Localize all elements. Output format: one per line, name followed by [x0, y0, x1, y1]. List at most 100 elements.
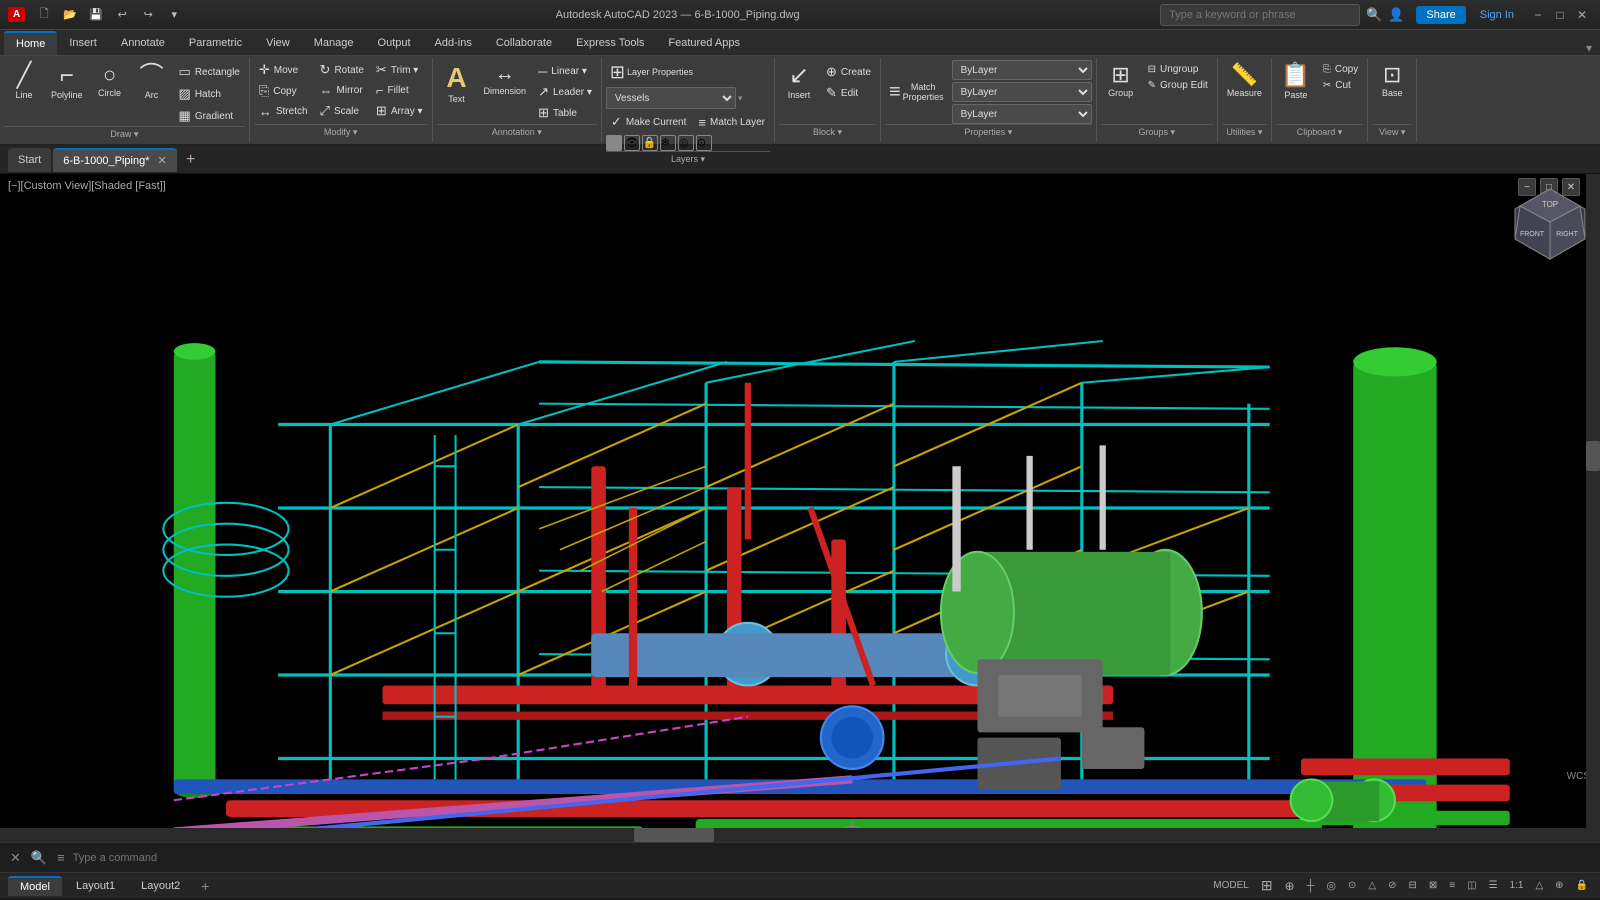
arc-button[interactable]: ⌒ Arc — [132, 60, 172, 104]
status-scale[interactable]: 1:1 — [1506, 878, 1528, 893]
line-button[interactable]: ╱ Line — [4, 60, 44, 104]
status-qprops[interactable]: ☰ — [1485, 878, 1502, 893]
status-snap[interactable]: ⊕ — [1281, 877, 1299, 895]
tab-annotate[interactable]: Annotate — [109, 31, 177, 55]
copy-button[interactable]: ⎘Copy — [254, 81, 313, 101]
ungroup-button[interactable]: ⊟Ungroup — [1143, 62, 1213, 77]
tab-add-button[interactable]: + — [179, 148, 203, 172]
insert-button[interactable]: ↙ Insert — [779, 60, 819, 104]
tab-insert[interactable]: Insert — [57, 31, 109, 55]
create-block-button[interactable]: ⊕Create — [821, 62, 876, 82]
group-edit-button[interactable]: ✎Group Edit — [1143, 78, 1213, 93]
fillet-button[interactable]: ⌐Fillet — [371, 81, 428, 100]
table-button[interactable]: ⊞Table — [533, 103, 597, 123]
status-polar[interactable]: ◎ — [1322, 877, 1340, 894]
command-options[interactable]: ≡ — [55, 848, 67, 867]
status-dynmode[interactable]: ⊠ — [1425, 878, 1441, 893]
viewcube[interactable]: TOP RIGHT FRONT — [1510, 184, 1590, 264]
viewport[interactable]: [−][Custom View][Shaded [Fast]] − □ ✕ — [0, 174, 1600, 842]
tab-addins[interactable]: Add-ins — [423, 31, 484, 55]
sign-in-link[interactable]: Sign In — [1480, 9, 1514, 21]
tab-drawing[interactable]: 6-B-1000_Piping* ✕ — [53, 148, 176, 172]
layer-color-icon[interactable] — [606, 135, 622, 151]
status-otrack[interactable]: ⊘ — [1384, 878, 1400, 893]
copy-clipboard-button[interactable]: ⎘Copy — [1318, 62, 1363, 77]
tab-model[interactable]: Model — [8, 876, 62, 896]
hatch-button[interactable]: ▨Hatch — [174, 84, 245, 104]
group-button[interactable]: ⊞ Group — [1101, 60, 1141, 102]
leader-button[interactable]: ↗Leader ▾ — [533, 82, 597, 102]
tab-home[interactable]: Home — [4, 31, 57, 55]
base-view-button[interactable]: ⊡ Base — [1372, 60, 1412, 102]
circle-button[interactable]: ○ Circle — [90, 60, 130, 102]
cut-button[interactable]: ✂Cut — [1318, 78, 1363, 93]
tab-view[interactable]: View — [254, 31, 302, 55]
qa-dropdown[interactable]: ▾ — [163, 4, 185, 26]
tab-output[interactable]: Output — [366, 31, 423, 55]
layer-isolate-icon[interactable]: ◎ — [678, 135, 694, 151]
status-ucs[interactable]: ⊟ — [1405, 878, 1421, 893]
layer-lock-icon[interactable]: 🔒 — [642, 135, 658, 151]
layer-unisolate-icon[interactable]: ⊙ — [696, 135, 712, 151]
tab-layout2[interactable]: Layout2 — [129, 877, 192, 895]
command-cancel[interactable]: ✕ — [8, 848, 23, 868]
layer-freeze-icon[interactable]: ❄ — [660, 135, 676, 151]
status-annotation-scale[interactable]: △ — [1531, 878, 1547, 893]
status-grid[interactable]: ⊞ — [1257, 875, 1277, 896]
tab-drawing-close[interactable]: ✕ — [157, 154, 166, 167]
ribbon-toggle[interactable]: ▾ — [1586, 41, 1592, 55]
rotate-button[interactable]: ↻Rotate — [315, 60, 369, 80]
search-icon[interactable]: 🔍 — [1366, 7, 1382, 23]
linetype-dropdown[interactable]: ByLayer — [952, 82, 1092, 102]
undo-button[interactable]: ↩ — [111, 4, 133, 26]
status-transparency[interactable]: ◫ — [1463, 878, 1480, 893]
window-minimize[interactable]: − — [1528, 5, 1548, 25]
status-3dosnap[interactable]: △ — [1364, 878, 1380, 893]
tab-express-tools[interactable]: Express Tools — [564, 31, 656, 55]
match-properties-button[interactable]: ≡ MatchProperties — [885, 79, 948, 105]
new-button[interactable]: 🗋 — [33, 4, 55, 26]
share-button[interactable]: Share — [1416, 6, 1465, 24]
make-current-button[interactable]: ✓Make Current — [606, 112, 691, 132]
match-layer-button[interactable]: ≡Match Layer — [693, 113, 770, 132]
status-lwt[interactable]: ≡ — [1445, 878, 1459, 893]
edit-block-button[interactable]: ✎Edit — [821, 83, 876, 103]
tab-layout1[interactable]: Layout1 — [64, 877, 127, 895]
lineweight-dropdown[interactable]: ByLayer — [952, 104, 1092, 124]
add-layout-button[interactable]: + — [194, 875, 216, 897]
polyline-button[interactable]: ⌐ Polyline — [46, 60, 88, 104]
save-button[interactable]: 💾 — [85, 4, 107, 26]
text-button[interactable]: A Text — [437, 60, 477, 108]
layer-visible-icon[interactable]: 👁 — [624, 135, 640, 151]
redo-button[interactable]: ↪ — [137, 4, 159, 26]
search-input[interactable] — [1160, 4, 1360, 26]
command-search[interactable]: 🔍 — [29, 848, 49, 868]
move-button[interactable]: ✛Move — [254, 60, 313, 80]
dimension-button[interactable]: ↔ Dimension — [479, 60, 532, 100]
scale-button[interactable]: ⤢Scale — [315, 101, 369, 121]
window-close[interactable]: ✕ — [1572, 5, 1592, 25]
horizontal-scrollbar[interactable] — [0, 828, 1586, 842]
measure-button[interactable]: 📏 Measure — [1222, 60, 1267, 102]
rectangle-button[interactable]: ▭Rectangle — [174, 62, 245, 82]
open-button[interactable]: 📂 — [59, 4, 81, 26]
tab-parametric[interactable]: Parametric — [177, 31, 254, 55]
mirror-button[interactable]: ⇔Mirror — [315, 81, 369, 100]
status-ortho[interactable]: ┼ — [1303, 878, 1319, 894]
gradient-button[interactable]: ▦Gradient — [174, 106, 245, 126]
layer-dropdown[interactable]: Vessels Piping Structure — [606, 87, 736, 109]
tab-start[interactable]: Start — [8, 148, 51, 172]
layer-properties-button[interactable]: ⊞ Layer Properties — [606, 60, 697, 84]
status-ws[interactable]: ⊕ — [1551, 878, 1567, 893]
tab-collaborate[interactable]: Collaborate — [484, 31, 564, 55]
tab-featured-apps[interactable]: Featured Apps — [656, 31, 752, 55]
linear-button[interactable]: ─Linear ▾ — [533, 62, 597, 81]
status-lock[interactable]: 🔒 — [1572, 878, 1592, 893]
layer-dropdown-arrow[interactable]: ▾ — [738, 93, 743, 104]
array-button[interactable]: ⊞Array ▾ — [371, 101, 428, 121]
status-model[interactable]: MODEL — [1209, 878, 1253, 893]
command-input[interactable] — [73, 852, 1592, 864]
user-icon[interactable]: 👤 — [1388, 7, 1404, 23]
vertical-scrollbar[interactable] — [1586, 174, 1600, 842]
tab-manage[interactable]: Manage — [302, 31, 366, 55]
